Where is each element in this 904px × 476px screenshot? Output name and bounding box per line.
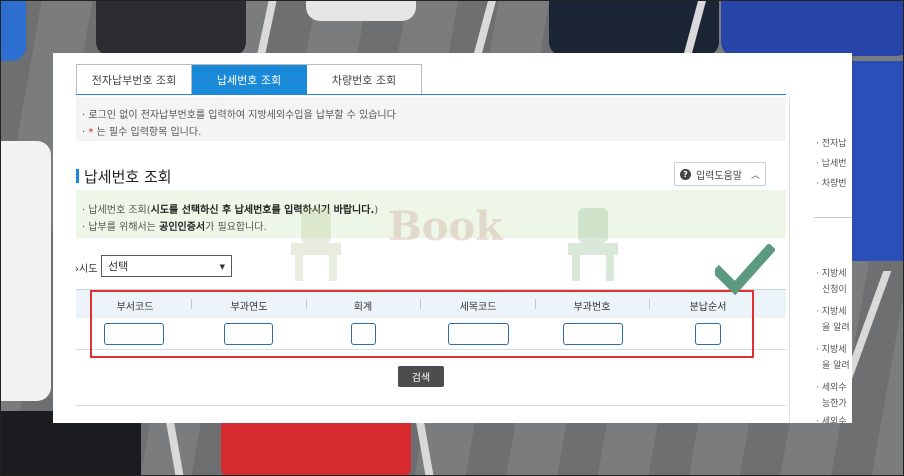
column-header: 부과번호 (573, 302, 611, 313)
sidebar-link[interactable]: · 차량번 (816, 176, 847, 189)
sidebar-note: · 지방세 (816, 307, 847, 317)
installment-order-input[interactable] (695, 323, 721, 345)
levy-year-input[interactable] (224, 323, 273, 345)
department-code-input[interactable] (104, 323, 164, 345)
sidebar-note: · 지방세 (816, 345, 847, 355)
sido-label: ›시도 (75, 264, 98, 275)
right-sidebar: · 전자납 · 납세번 · 차량번 · 지방세 신청이 · 지방세 을 알려 ·… (789, 97, 852, 423)
tab-bar: 전자납부번호 조회 납세번호 조회 차량번호 조회 (76, 64, 422, 95)
sidebar-note: · 지방세 (816, 269, 847, 279)
guide-line: · 납부를 위해서는 공인인증서가 필요합니다. (82, 218, 267, 233)
sidebar-link[interactable]: · 납세번 (816, 156, 847, 169)
notice-line: · 로그인 없이 전자납부번호를 입력하여 지방세외수입을 납부할 수 있습니다 (82, 110, 396, 121)
column-header: 분납순서 (689, 302, 727, 313)
screenshot-frame: 전자납부번호 조회 납세번호 조회 차량번호 조회 · 로그인 없이 전자납부번… (0, 0, 904, 476)
sido-select[interactable]: 선택 ▼ (101, 255, 232, 277)
background-car (306, 1, 416, 21)
question-icon: ? (679, 168, 691, 180)
section-title: 납세번호 조회 (84, 168, 172, 186)
background-car (721, 1, 903, 56)
chair-watermark-icon (568, 208, 618, 281)
account-input[interactable] (351, 323, 376, 345)
column-header: 부과연도 (230, 302, 268, 313)
column-divider (191, 299, 192, 309)
search-button[interactable]: 검색 (398, 366, 444, 387)
checkmark-icon (715, 244, 775, 296)
guide-text: ) (374, 205, 379, 216)
sidebar-note: · 세외수 (816, 417, 847, 423)
guide-text: 가 필요합니다. (205, 222, 267, 233)
tab-underline (76, 94, 786, 95)
table-row (76, 318, 786, 350)
background-car (1, 1, 26, 61)
sidebar-note: 신청이 (822, 285, 847, 295)
column-divider (649, 299, 650, 309)
tab-electronic-payment-number[interactable]: 전자납부번호 조회 (77, 65, 192, 95)
dropdown-arrow-icon: ▼ (219, 263, 225, 271)
sidebar-note: 능한가 (822, 399, 847, 409)
required-star: * (88, 127, 94, 138)
chair-watermark-icon (291, 208, 341, 281)
column-header: 회계 (353, 302, 373, 313)
background-car (1, 141, 51, 401)
tab-tax-number[interactable]: 납세번호 조회 (192, 65, 307, 95)
table-header: 부서코드 부과연도 회계 세목코드 부과번호 분납순서 (76, 289, 786, 319)
background-car (96, 1, 246, 56)
column-divider (420, 299, 421, 309)
watermark-text: Book (388, 203, 503, 250)
notice-box: · 로그인 없이 전자납부번호를 입력하여 지방세외수입을 납부할 수 있습니다… (76, 97, 786, 141)
guide-text: · 납세번호 조회( (82, 205, 151, 216)
column-header: 부서코드 (116, 302, 154, 313)
column-divider (306, 299, 307, 309)
required-notice: · * 는 필수 입력항목 입니다. (82, 123, 201, 138)
column-header: 세목코드 (459, 302, 497, 313)
sido-selected-value: 선택 (108, 260, 129, 273)
divider (814, 217, 852, 218)
sidebar-link[interactable]: · 전자납 (816, 136, 847, 149)
chevron-up-icon: ︿ (750, 170, 760, 181)
levy-number-input[interactable] (563, 323, 623, 345)
tab-vehicle-number[interactable]: 차량번호 조회 (307, 65, 422, 95)
notice-text: 는 필수 입력항목 입니다. (96, 127, 202, 138)
input-help-button[interactable]: ? 입력도움말 ︿ (674, 162, 766, 186)
section-title-bar (76, 169, 79, 183)
sidebar-note: 을 알려 (822, 323, 850, 333)
guide-text: · 납부를 위해서는 (82, 222, 160, 233)
tax-item-code-input[interactable] (448, 323, 509, 345)
sidebar-note: 을 알려 (822, 361, 850, 371)
guide-bold: 공인인증서 (159, 222, 206, 233)
web-panel: 전자납부번호 조회 납세번호 조회 차량번호 조회 · 로그인 없이 전자납부번… (53, 53, 852, 423)
tax-number-input-table: 부서코드 부과연도 회계 세목코드 부과번호 분납순서 (76, 289, 786, 350)
sidebar-note: · 세외수 (816, 383, 847, 393)
help-button-label: 입력도움말 (695, 170, 742, 182)
divider (76, 405, 786, 406)
column-divider (535, 299, 536, 309)
